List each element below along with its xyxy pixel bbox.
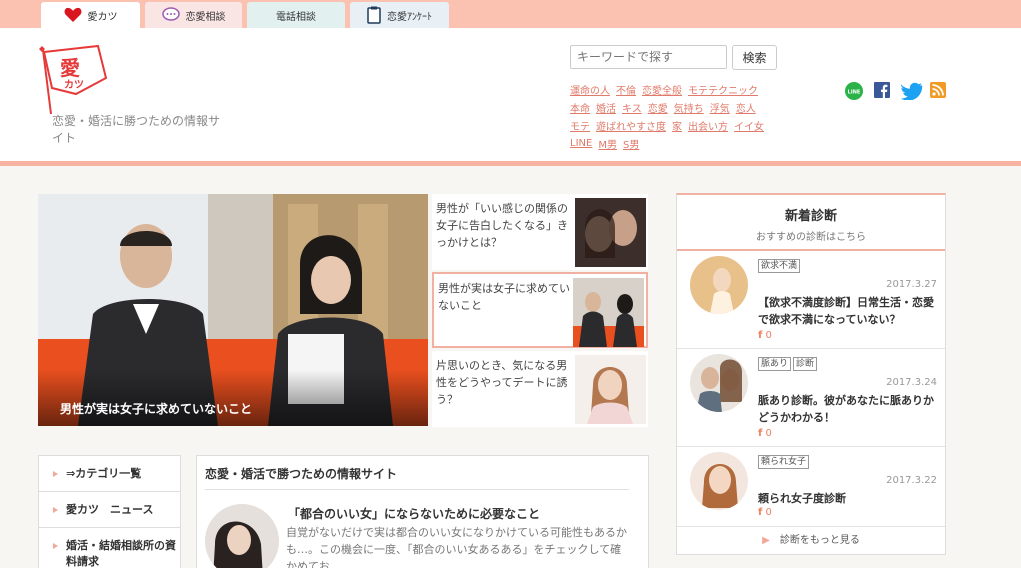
category-menu-item[interactable]: ⇒カテゴリ一覧 — [39, 456, 180, 492]
chat-bubble-icon — [161, 7, 180, 21]
caret-right-icon: ▶ — [762, 535, 770, 546]
tag-link[interactable]: 出会い方 — [688, 118, 728, 133]
rss-icon[interactable] — [930, 82, 946, 98]
tab-label: 愛カツ — [87, 11, 118, 23]
diagnosis-date: 2017.3.24 — [886, 377, 937, 388]
tag-link[interactable]: 浮気 — [710, 100, 730, 115]
diagnosis-date: 2017.3.22 — [886, 475, 937, 486]
line-icon-label: LINE — [848, 90, 861, 96]
diagnosis-thumbnail — [690, 354, 748, 412]
facebook-icon[interactable] — [874, 82, 890, 98]
tab-love-consult[interactable]: 恋愛相談 — [145, 2, 242, 28]
tag-link[interactable]: M男 — [598, 136, 617, 151]
article-excerpt: 自覚がないだけで実は都合のいい女になりかけている可能性もあるかも…。この機会に一… — [286, 526, 627, 568]
tab-label: 恋愛ｱﾝｹｰﾄ — [387, 11, 432, 23]
top-nav-bar: 愛カツ 恋愛相談 電話相談 恋愛ｱﾝｹｰﾄ — [0, 0, 1021, 28]
article-thumbnail — [575, 355, 646, 424]
category-menu: ⇒カテゴリ一覧 愛カツ ニュース 婚活・結婚相談所の資料請求 — [38, 455, 181, 568]
article-card[interactable]: 片思いのとき、気になる男性をどうやってデートに誘う？ — [432, 351, 648, 427]
tab-label: 電話相談 — [276, 11, 316, 23]
facebook-count: f 0 — [758, 507, 772, 518]
twitter-icon[interactable] — [901, 82, 923, 100]
heading-divider — [205, 489, 629, 490]
main-content: 恋愛・婚活で勝つための情報サイト 「都合のいい女」にならないために必要なこと 自… — [196, 455, 649, 568]
article-title: 男性が「いい感じの関係の女子に告白したくなる」きっかけとは？ — [436, 202, 568, 249]
hero-caption: 男性が実は女子に求めていないこと — [38, 370, 428, 426]
diagnosis-item[interactable]: 欲求不満 2017.3.27 【欲求不満度診断】日常生活・恋愛で欲求不満になって… — [677, 251, 945, 349]
tag-link[interactable]: 婚活 — [596, 100, 616, 115]
tag-cloud: 運命の人 不倫 恋愛全般 モテテクニック 本命 婚活 キス 恋愛 気持ち 浮気 … — [570, 80, 790, 152]
tag-link[interactable]: 気持ち — [674, 100, 704, 115]
tab-aikatsu[interactable]: 愛カツ — [41, 2, 140, 28]
article-thumbnail — [575, 198, 646, 267]
tag-link[interactable]: モテテクニック — [688, 82, 758, 97]
clipboard-icon — [367, 6, 381, 24]
diagnosis-item[interactable]: 脈あり 診断 2017.3.24 脈あり診断。彼があなたに脈ありかどうかわかる！ … — [677, 349, 945, 447]
diagnosis-sidebar: 新着診断 おすすめの診断はこちら 欲求不満 2017.3.27 【欲求不満度診断… — [676, 193, 946, 555]
tag-link[interactable]: 不倫 — [616, 82, 636, 97]
tab-love-survey[interactable]: 恋愛ｱﾝｹｰﾄ — [350, 2, 449, 28]
diagnosis-thumbnail — [690, 256, 748, 314]
tag-link[interactable]: 運命の人 — [570, 82, 610, 97]
logo-text-ai: 愛 — [60, 56, 80, 80]
main-heading: 恋愛・婚活で勝つための情報サイト — [205, 467, 398, 481]
category-menu-item[interactable]: 婚活・結婚相談所の資料請求 — [39, 528, 180, 568]
category-menu-item[interactable]: 愛カツ ニュース — [39, 492, 180, 528]
article-card[interactable]: 男性が実は女子に求めていないこと — [432, 272, 648, 348]
tag-link[interactable]: 恋愛 — [648, 100, 668, 115]
facebook-icon: f — [758, 507, 763, 518]
tag-link[interactable]: 恋人 — [736, 100, 756, 115]
tag-link[interactable]: 恋愛全般 — [642, 82, 682, 97]
tag-link[interactable]: S男 — [623, 136, 639, 151]
like-count: 0 — [765, 330, 772, 341]
diagnosis-title: 頼られ女子度診断 — [758, 492, 846, 505]
diagnosis-item[interactable]: 頼られ女子 2017.3.22 頼られ女子度診断 f 0 — [677, 447, 945, 527]
facebook-icon: f — [758, 330, 763, 341]
like-count: 0 — [765, 507, 772, 518]
header-divider — [0, 161, 1021, 166]
article-title: 男性が実は女子に求めていないこと — [438, 282, 570, 312]
article-thumbnail[interactable] — [205, 504, 279, 568]
category-badge[interactable]: 脈あり — [758, 357, 792, 371]
tag-link[interactable]: 本命 — [570, 100, 590, 115]
tag-link[interactable]: イイ女 — [734, 118, 764, 133]
search-button[interactable]: 検索 — [732, 45, 777, 70]
article-title[interactable]: 「都合のいい女」にならないために必要なこと — [288, 505, 540, 522]
category-badge[interactable]: 頼られ女子 — [758, 455, 810, 469]
tag-link[interactable]: LINE — [570, 138, 592, 149]
category-badge[interactable]: 診断 — [793, 357, 818, 371]
more-diagnosis-label: 診断をもっと見る — [779, 535, 860, 546]
line-icon[interactable]: LINE — [845, 82, 863, 100]
article-card[interactable]: 男性が「いい感じの関係の女子に告白したくなる」きっかけとは？ — [432, 194, 648, 270]
diagnosis-date: 2017.3.27 — [886, 279, 937, 290]
more-diagnosis-link[interactable]: ▶ 診断をもっと見る — [677, 531, 945, 546]
like-count: 0 — [765, 428, 772, 439]
site-logo[interactable]: 愛 カツ — [36, 44, 110, 119]
facebook-count: f 0 — [758, 330, 772, 341]
site-tagline: 恋愛・婚活に勝つための情報サイト — [52, 114, 221, 145]
tag-link[interactable]: モテ — [570, 118, 590, 133]
heart-icon — [64, 7, 81, 22]
sidebar-subtitle: おすすめの診断はこちら — [677, 228, 945, 251]
sidebar-title: 新着診断 — [784, 209, 837, 224]
article-thumbnail — [573, 278, 644, 347]
facebook-count: f 0 — [758, 428, 772, 439]
facebook-icon: f — [758, 428, 763, 439]
logo-text-katsu: カツ — [64, 79, 84, 91]
diagnosis-thumbnail — [690, 452, 748, 510]
hero-feature[interactable]: 男性が実は女子に求めていないこと — [38, 194, 428, 426]
category-badge[interactable]: 欲求不満 — [758, 259, 801, 273]
article-title: 片思いのとき、気になる男性をどうやってデートに誘う？ — [436, 359, 568, 406]
tag-link[interactable]: 遊ばれやすさ度 — [596, 118, 666, 133]
diagnosis-title: 脈あり診断。彼があなたに脈ありかどうかわかる！ — [758, 394, 934, 424]
diagnosis-title: 【欲求不満度診断】日常生活・恋愛で欲求不満になっていない？ — [758, 296, 934, 326]
tag-link[interactable]: キス — [622, 100, 642, 115]
tab-label: 恋愛相談 — [185, 11, 226, 23]
tag-link[interactable]: 家 — [672, 118, 682, 133]
search-input[interactable] — [570, 45, 727, 69]
tab-phone-consult[interactable]: 電話相談 — [247, 2, 345, 28]
